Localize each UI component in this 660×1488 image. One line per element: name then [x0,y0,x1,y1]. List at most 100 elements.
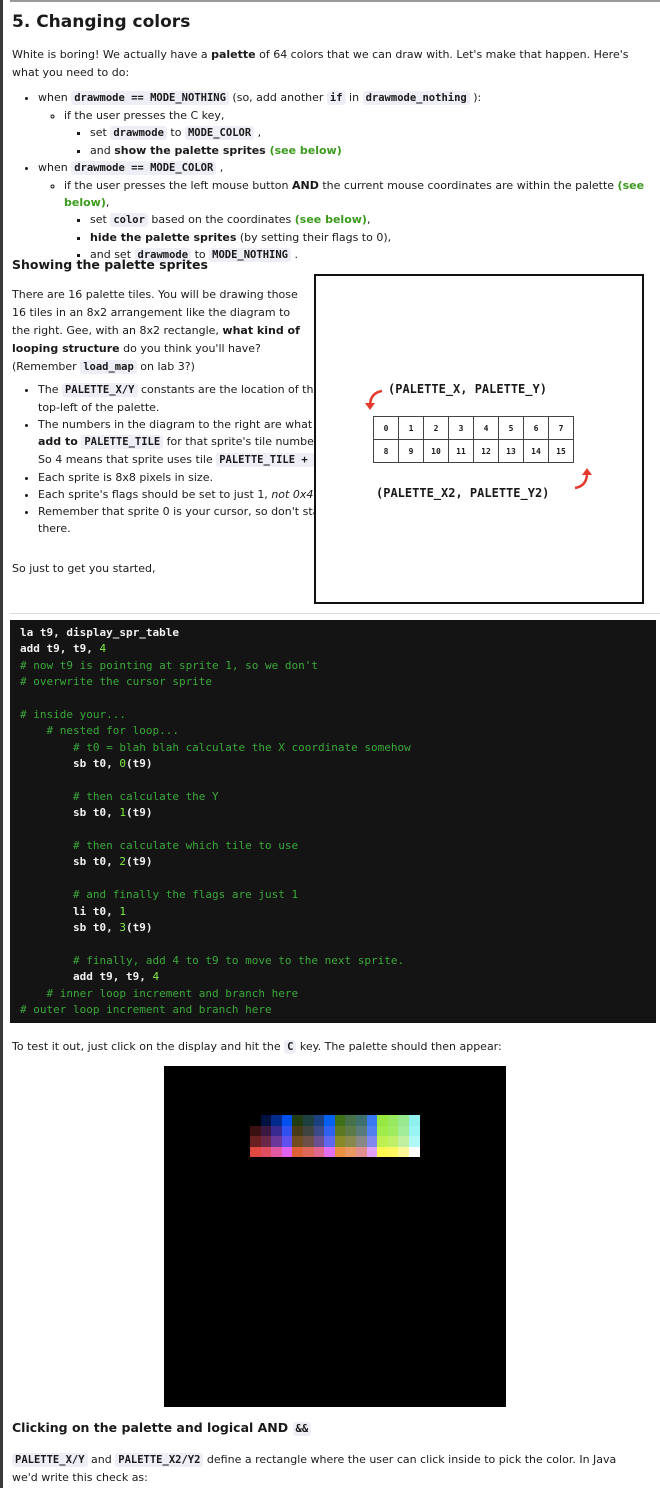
tile-cell: 14 [523,439,549,463]
palette-swatch [355,1115,367,1126]
code-line: # now t9 is pointing at sprite 1, so we … [20,658,656,674]
code-token: # overwrite the cursor sprite [20,675,213,689]
code-token: # then calculate the Y [20,789,219,803]
code-token: sb t0, [20,757,120,771]
palette-swatch [366,1115,378,1126]
palette-swatch [377,1115,388,1126]
palette-swatch [398,1125,409,1136]
palette-swatch [250,1125,261,1136]
palette-swatch [271,1146,282,1157]
palette-swatch [334,1146,346,1157]
step-text: in [345,91,363,104]
palette-swatch [313,1146,325,1157]
palette-swatch [377,1146,388,1157]
action: hide the palette sprites (by setting the… [90,229,660,246]
tile-cell: 10 [423,439,449,463]
steps-list: when drawmode == MODE_NOTHING (so, add a… [12,89,660,264]
substeps: if the user presses the C key, set drawm… [38,107,660,159]
tile-cell: 3 [448,416,474,440]
palette-swatch [398,1136,409,1147]
see-below-link[interactable]: (see below) [266,144,342,157]
palette-swatch [313,1136,325,1147]
top-left-arrow-icon [365,389,383,410]
inline-code: load_map [80,360,137,374]
palette-swatch [250,1115,261,1126]
para-text: and [87,1453,116,1466]
intro-bold: palette [211,48,256,61]
inline-code: PALETTE_TILE + 4 [216,453,324,467]
code-line: # t0 = blah blah calculate the X coordin… [20,740,656,756]
tile-cell: 6 [523,416,549,440]
tile-cell: 12 [473,439,499,463]
palette-swatch [281,1136,293,1147]
palette-swatch [377,1125,388,1136]
left-border [0,0,3,1488]
tile-cell: 2 [423,416,449,440]
substep-text: , [105,196,110,209]
palette-swatch [334,1136,346,1147]
palette-swatch [387,1125,399,1136]
step-text: when [38,161,68,174]
action-text: , [366,213,371,226]
code-token: (t9) [125,757,153,771]
palette-swatch [281,1115,293,1126]
tile-cell: 5 [498,416,524,440]
inline-code: drawmode == MODE_NOTHING [71,91,229,105]
bullet-text: Each sprite is 8x8 pixels in size. [38,471,213,484]
tile-grid: 01234567 8 9 10 11 12 13 14 15 [373,416,574,463]
substeps: if the user presses the left mouse butto… [38,177,660,264]
see-below-link[interactable]: (see below) [295,213,367,226]
palette-swatch [292,1146,303,1157]
inline-code: PALETTE_X2/Y2 [115,1453,204,1467]
code-line: # and finally the flags are just 1 [20,887,656,903]
code-token: 2 [119,855,126,869]
bullet: Each sprite's flags should be set to jus… [38,486,338,503]
code-token: 4 [152,970,160,984]
bullet: The PALETTE_X/Y constants are the locati… [38,381,338,416]
action-text: set [90,213,111,226]
bullet-italic: not 0x41 [271,488,321,501]
code-token: add t9, t9, [20,970,153,984]
clicking-paragraph: PALETTE_X/Y and PALETTE_X2/Y2 define a r… [12,1451,642,1487]
palette-swatch [281,1146,293,1157]
palette-swatch [292,1125,303,1136]
palette-swatch [408,1146,420,1157]
code-line: add t9, t9, 4 [20,969,656,985]
test-paragraph: To test it out, just click on the displa… [12,1038,502,1056]
action-bold: show the palette sprites [114,144,266,157]
tile-cell: 1 [398,416,424,440]
code-token: (t9) [125,855,153,869]
step-text: ): [469,91,482,104]
action-text: set [90,126,111,139]
palette-swatch [260,1125,272,1136]
action-text: . [290,248,298,261]
code-token: sb t0, [20,921,120,935]
palette-swatch [250,1136,261,1147]
bottom-right-label: (PALETTE_X2, PALETTE_Y2) [376,486,550,500]
code-line: # inside your... [20,707,656,723]
step-2: when drawmode == MODE_COLOR , if the use… [38,159,660,264]
color-palette [250,1115,420,1157]
bullet: Each sprite is 8x8 pixels in size. [38,469,338,486]
palette-swatch [313,1125,325,1136]
tile-cell: 9 [398,439,424,463]
action: set color based on the coordinates (see … [90,211,660,229]
inline-code: PALETTE_X/Y [12,1453,88,1467]
palette-swatch [398,1115,409,1126]
display-screenshot [164,1066,506,1407]
bullet-text: The [38,383,62,396]
action-text: based on the coordinates [147,213,295,226]
palette-swatch [355,1146,367,1157]
code-line: sb t0, 3(t9) [20,920,656,936]
showing-paragraph: There are 16 palette tiles. You will be … [12,286,307,376]
code-token: 1 [119,806,126,820]
code-token: # inside your... [20,707,126,721]
action: and show the palette sprites (see below) [90,142,660,159]
code-token: li t0, [20,904,120,918]
palette-swatch [398,1146,409,1157]
code-token: 0 [119,757,126,771]
substep-bold: AND [292,179,319,192]
